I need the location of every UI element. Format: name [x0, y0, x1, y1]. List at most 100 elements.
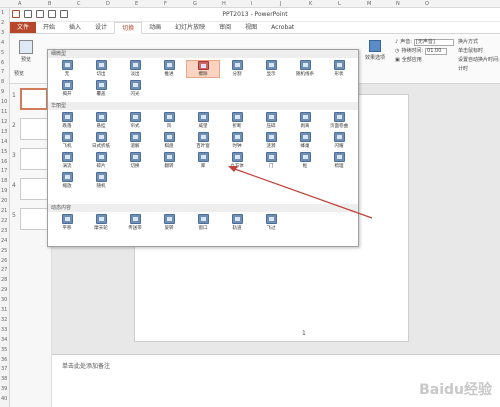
slide-thumbnail[interactable] [20, 88, 48, 110]
transition-item[interactable]: 悬挂 [84, 112, 118, 130]
col-f: F [164, 1, 167, 7]
duration-input[interactable]: 01.00 [425, 48, 448, 55]
transition-item[interactable]: 涡流 [50, 152, 84, 170]
transition-item[interactable]: 压碎 [254, 112, 288, 130]
tab-acrobat[interactable]: Acrobat [264, 22, 301, 33]
transition-icon [265, 214, 277, 224]
transition-item[interactable]: 百叶窗 [186, 132, 220, 150]
transition-item[interactable]: 随机线条 [288, 60, 322, 78]
watermark: Baidu经验 [419, 382, 492, 398]
transition-item[interactable]: 覆盖 [84, 80, 118, 98]
transition-item[interactable]: 无 [50, 60, 84, 78]
slide-thumbnail[interactable] [20, 118, 48, 140]
tab-insert[interactable]: 插入 [62, 22, 88, 33]
row-header-bar: 1 2 3 4 5 6 7 8 9 10 11 12 13 14 15 16 17 18 19 20 21 22 23 24 2… [0, 8, 10, 407]
transition-icon [163, 152, 175, 162]
transition-item[interactable]: 帘式 [118, 112, 152, 130]
transition-item[interactable]: 摩天轮 [84, 214, 118, 232]
transition-item[interactable]: 涟漪 [254, 132, 288, 150]
transition-item[interactable]: 蜂巢 [288, 132, 322, 150]
slide-thumbnail[interactable] [20, 178, 48, 200]
transition-label: 淡出 [130, 72, 140, 77]
transition-item[interactable]: 形状 [322, 60, 356, 78]
transition-item[interactable]: 传送带 [118, 214, 152, 232]
transition-item[interactable]: 飞机 [50, 132, 84, 150]
transition-item[interactable]: 日式折纸 [84, 132, 118, 150]
transition-icon [61, 132, 73, 142]
row-number: 17 [1, 168, 8, 175]
transition-item[interactable]: 库 [186, 152, 220, 170]
transition-item[interactable]: 门 [254, 152, 288, 170]
tab-transitions[interactable]: 切换 [114, 22, 143, 34]
transition-label: 擦除 [198, 72, 208, 77]
row-number: 32 [1, 316, 8, 323]
transition-label: 飞过 [266, 226, 276, 231]
transition-item[interactable]: 缩放 [50, 172, 84, 190]
transition-item[interactable]: 揭开 [50, 80, 84, 98]
row-number: 33 [1, 326, 8, 333]
row-number: 8 [1, 79, 5, 86]
tab-view[interactable]: 视图 [238, 22, 264, 33]
transition-icon [61, 60, 73, 70]
transition-item[interactable]: 旋转 [152, 214, 186, 232]
thumb-number: 5 [12, 212, 16, 219]
transition-item[interactable]: 切出 [84, 60, 118, 78]
tab-file[interactable]: 文件 [10, 22, 37, 33]
transition-item[interactable]: 翻转 [152, 152, 186, 170]
slide-thumbnail[interactable] [20, 148, 48, 170]
transition-item[interactable]: 飞过 [254, 214, 288, 232]
ribbon-tabs: 文件 开始 插入 设计 切换 动画 幻灯片放映 审阅 视图 Acrobat [10, 22, 500, 34]
slide-thumbnail[interactable] [20, 208, 48, 230]
transition-item[interactable]: 折断 [220, 112, 254, 130]
preview-button[interactable]: 预览 [14, 40, 38, 68]
tab-animations[interactable]: 动画 [142, 22, 168, 33]
transition-item[interactable]: 梳理 [322, 152, 356, 170]
transition-item[interactable]: 框 [288, 152, 322, 170]
on-click-row[interactable]: 单击鼠标时 [458, 47, 500, 56]
transition-icon [95, 60, 107, 70]
tab-review[interactable]: 审阅 [212, 22, 238, 33]
window-title: PPT2013 - PowerPoint [222, 11, 288, 18]
col-a: A [18, 1, 22, 7]
transition-item[interactable]: 平移 [50, 214, 84, 232]
transition-item[interactable]: 淡出 [118, 60, 152, 78]
tab-home[interactable]: 开始 [36, 22, 62, 33]
transition-item[interactable]: 碎片 [84, 152, 118, 170]
transition-label: 涡流 [62, 164, 72, 169]
transition-label: 切换 [130, 164, 140, 169]
transition-item[interactable]: 剥离 [288, 112, 322, 130]
transition-item[interactable]: 溶解 [118, 132, 152, 150]
notes-placeholder: 单击此处添加备注 [62, 363, 111, 370]
transition-item[interactable]: 棋盘 [152, 132, 186, 150]
row-number: 37 [1, 366, 8, 373]
transition-label: 百叶窗 [196, 144, 210, 149]
transition-item[interactable]: 轨道 [220, 214, 254, 232]
tab-slideshow[interactable]: 幻灯片放映 [168, 22, 212, 33]
transition-item[interactable]: 分割 [220, 60, 254, 78]
sound-select[interactable]: [无声音] [413, 39, 454, 46]
transition-item[interactable]: 闪耀 [322, 132, 356, 150]
transition-item[interactable]: 切换 [118, 152, 152, 170]
transition-icon [197, 152, 209, 162]
tab-design[interactable]: 设计 [88, 22, 114, 33]
transition-item[interactable]: 跌落 [50, 112, 84, 130]
transition-item[interactable]: 页面卷曲 [322, 112, 356, 130]
transition-item[interactable]: 闪光 [118, 80, 152, 98]
transition-item[interactable]: 显示 [254, 60, 288, 78]
after-row[interactable]: 设置自动换片时间: [458, 56, 500, 65]
powerpoint-window: PPT2013 - PowerPoint 文件 开始 插入 设计 切换 动画 幻… [10, 8, 500, 407]
transition-label: 轨道 [232, 226, 242, 231]
transition-item[interactable]: 擦除 [186, 60, 220, 78]
transition-item[interactable]: 立方体 [220, 152, 254, 170]
transition-item[interactable]: 风 [152, 112, 186, 130]
transition-item[interactable]: 随机 [84, 172, 118, 190]
section-dynamic-title: 动态内容 [48, 204, 358, 212]
transition-label: 平移 [62, 226, 72, 231]
transition-item[interactable]: 推进 [152, 60, 186, 78]
transition-item[interactable]: 窗口 [186, 214, 220, 232]
transition-item[interactable]: 时钟 [220, 132, 254, 150]
transition-item[interactable]: 威望 [186, 112, 220, 130]
transition-icon [129, 112, 141, 122]
effect-options-button[interactable]: 效果选项 [360, 40, 390, 61]
row-number: 18 [1, 178, 8, 185]
